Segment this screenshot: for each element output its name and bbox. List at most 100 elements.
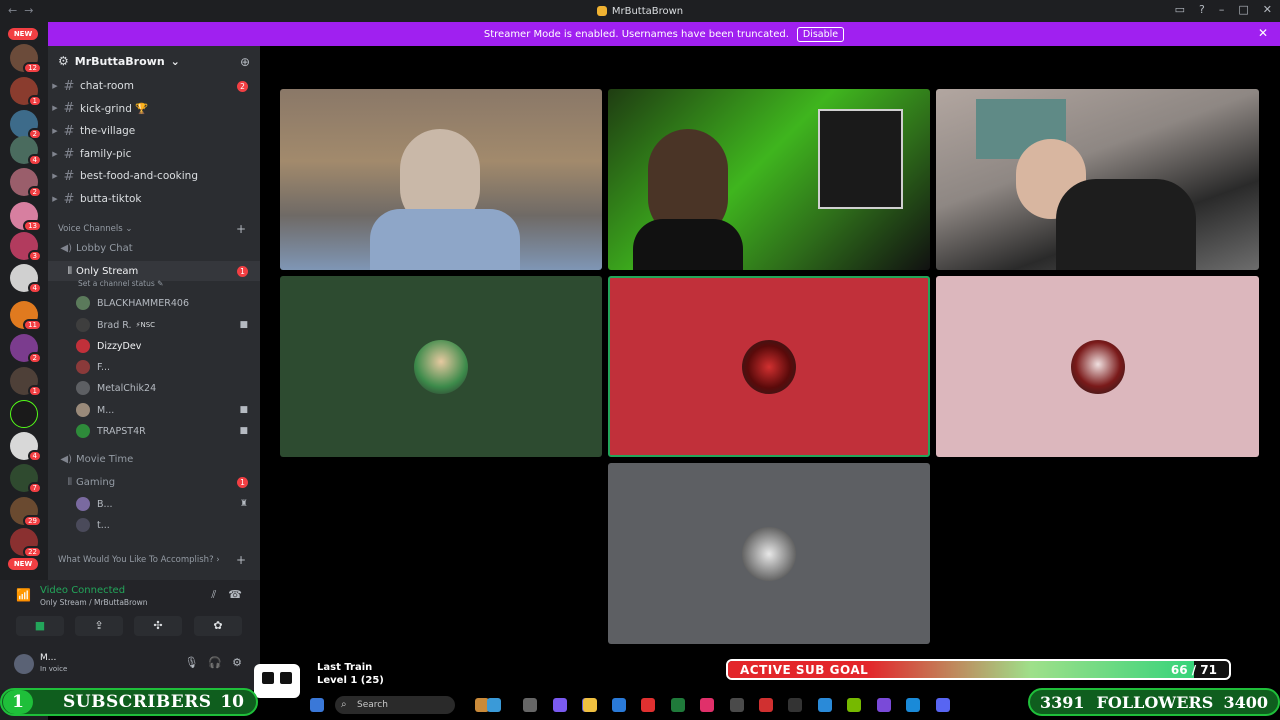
create-channel-icon[interactable]: +: [236, 553, 246, 567]
user-name[interactable]: M...: [40, 653, 56, 663]
server-icon[interactable]: 3: [10, 232, 42, 262]
server-icon[interactable]: 29: [10, 497, 42, 527]
accomplish-category[interactable]: What Would You Like To Accomplish? › +: [58, 553, 248, 567]
server-icon[interactable]: 13: [10, 202, 42, 232]
video-tile-avatar[interactable]: [608, 463, 930, 644]
voice-status[interactable]: Video Connected: [40, 585, 125, 596]
noise-suppression-icon[interactable]: ⫽: [211, 588, 216, 602]
channel-family-pic[interactable]: ▶ # family-pic: [48, 144, 260, 164]
server-icon[interactable]: 2: [10, 168, 42, 198]
voice-user[interactable]: DizzyDev: [76, 336, 260, 356]
app-icon[interactable]: [553, 698, 567, 712]
inbox-icon[interactable]: ▭: [1175, 3, 1185, 16]
browser-icon[interactable]: [906, 698, 920, 712]
video-tile-avatar[interactable]: [280, 276, 602, 457]
server-icon[interactable]: 2: [10, 334, 42, 364]
server-icon[interactable]: 4: [10, 432, 42, 462]
help-icon[interactable]: ?: [1199, 3, 1205, 16]
server-icon[interactable]: 22: [10, 528, 42, 558]
channel-status-button[interactable]: Set a channel status ✎: [78, 279, 163, 288]
server-icon[interactable]: 11: [10, 301, 42, 331]
nvidia-icon[interactable]: [847, 698, 861, 712]
forward-arrow-icon[interactable]: →: [24, 4, 33, 17]
activities-button[interactable]: ✣: [134, 616, 182, 636]
back-arrow-icon[interactable]: ←: [8, 4, 17, 17]
excel-icon[interactable]: [671, 698, 685, 712]
voice-user[interactable]: TRAPST4R ■: [76, 421, 260, 441]
discord-icon[interactable]: [936, 698, 950, 712]
server-header[interactable]: ⚙ MrButtaBrown ⌄: [58, 54, 180, 68]
mic-icon[interactable]: 🎙: [184, 656, 198, 669]
voice-user[interactable]: B... ♜: [76, 494, 260, 514]
video-tile-avatar-speaking[interactable]: [608, 276, 930, 457]
server-icon[interactable]: 1: [10, 77, 42, 107]
participant-shirt: [370, 209, 520, 270]
voice-user[interactable]: Brad R. ⚡NSC ■: [76, 315, 260, 335]
channel-kick-grind[interactable]: ▶ # kick-grind 🏆: [48, 98, 260, 118]
voice-channel-path[interactable]: Only Stream / MrButtaBrown: [40, 598, 147, 607]
youtube-icon[interactable]: [641, 698, 655, 712]
voice-channel-only-stream[interactable]: ⦀ Only Stream 1: [48, 261, 260, 281]
avatar: [76, 339, 90, 353]
close-icon[interactable]: ✕: [1258, 26, 1268, 40]
camera-button[interactable]: ■: [16, 616, 64, 636]
app-icon[interactable]: [700, 698, 714, 712]
voice-channels-category[interactable]: Voice Channels ⌄ +: [58, 222, 248, 236]
app-icon[interactable]: [759, 698, 773, 712]
app-icon[interactable]: [730, 698, 744, 712]
server-icon[interactable]: 4: [10, 136, 42, 166]
channel-chat-room[interactable]: ▶ # chat-room 2: [48, 76, 260, 96]
video-tile-camera[interactable]: [280, 89, 602, 270]
avatar: [1070, 339, 1125, 394]
screen-share-button[interactable]: ⇪: [75, 616, 123, 636]
add-member-icon[interactable]: ⊕: [240, 55, 250, 69]
server-icon[interactable]: 1: [10, 367, 42, 397]
settings-icon[interactable]: ⚙: [232, 656, 242, 669]
taskbar-search[interactable]: ⌕ Search: [335, 696, 455, 714]
app-icon[interactable]: [818, 698, 832, 712]
hash-icon: #: [63, 191, 75, 207]
maximize-icon[interactable]: □: [1238, 3, 1248, 16]
kick-server-icon[interactable]: [10, 400, 38, 428]
headphones-icon[interactable]: 🎧: [208, 656, 222, 669]
disconnect-icon[interactable]: ☎: [228, 588, 242, 602]
folder-icon[interactable]: [583, 698, 597, 712]
disable-streamer-mode-button[interactable]: Disable: [796, 26, 845, 42]
server-icon[interactable]: 12: [10, 44, 42, 74]
server-icon[interactable]: 2: [10, 110, 42, 140]
video-tile-camera[interactable]: [936, 89, 1259, 270]
channel-best-food-and-cooking[interactable]: ▶ # best-food-and-cooking: [48, 166, 260, 186]
server-icon[interactable]: 4: [10, 264, 42, 294]
voice-user[interactable]: MetalChik24: [76, 378, 260, 398]
channel-label: the-village: [80, 125, 136, 137]
voice-channel-gaming[interactable]: ⦀ Gaming 1: [48, 472, 260, 492]
start-icon[interactable]: [310, 698, 324, 712]
voice-user[interactable]: F...: [76, 357, 260, 377]
window-title: MrButtaBrown: [611, 5, 684, 17]
signal-icon[interactable]: 📶: [16, 588, 31, 602]
channel-badge: 2: [237, 80, 248, 92]
voice-user[interactable]: t...: [76, 515, 260, 535]
avatar: [76, 296, 90, 310]
app-icon[interactable]: [612, 698, 626, 712]
voice-user[interactable]: M... ■: [76, 400, 260, 420]
server-icon[interactable]: 7: [10, 464, 42, 494]
nav-arrows[interactable]: ← →: [8, 4, 33, 17]
soundboard-button[interactable]: ✿: [194, 616, 242, 636]
app-icon[interactable]: [487, 698, 501, 712]
voice-user[interactable]: BLACKHAMMER406: [76, 293, 260, 313]
avatar[interactable]: [14, 654, 34, 674]
close-window-icon[interactable]: ✕: [1263, 3, 1272, 16]
voice-channel-movie-time[interactable]: ◀) Movie Time: [48, 449, 260, 469]
app-icon[interactable]: [523, 698, 537, 712]
create-channel-icon[interactable]: +: [236, 222, 246, 236]
channel-the-village[interactable]: ▶ # the-village: [48, 121, 260, 141]
app-icon[interactable]: [788, 698, 802, 712]
app-icon[interactable]: [877, 698, 891, 712]
video-tile-avatar[interactable]: [936, 276, 1259, 457]
minimize-icon[interactable]: –: [1219, 3, 1225, 16]
music-logo-icon: [254, 664, 300, 698]
video-tile-camera[interactable]: [608, 89, 930, 270]
voice-channel-lobby[interactable]: ◀) Lobby Chat: [48, 238, 260, 258]
channel-butta-tiktok[interactable]: ▶ # butta-tiktok: [48, 189, 260, 209]
